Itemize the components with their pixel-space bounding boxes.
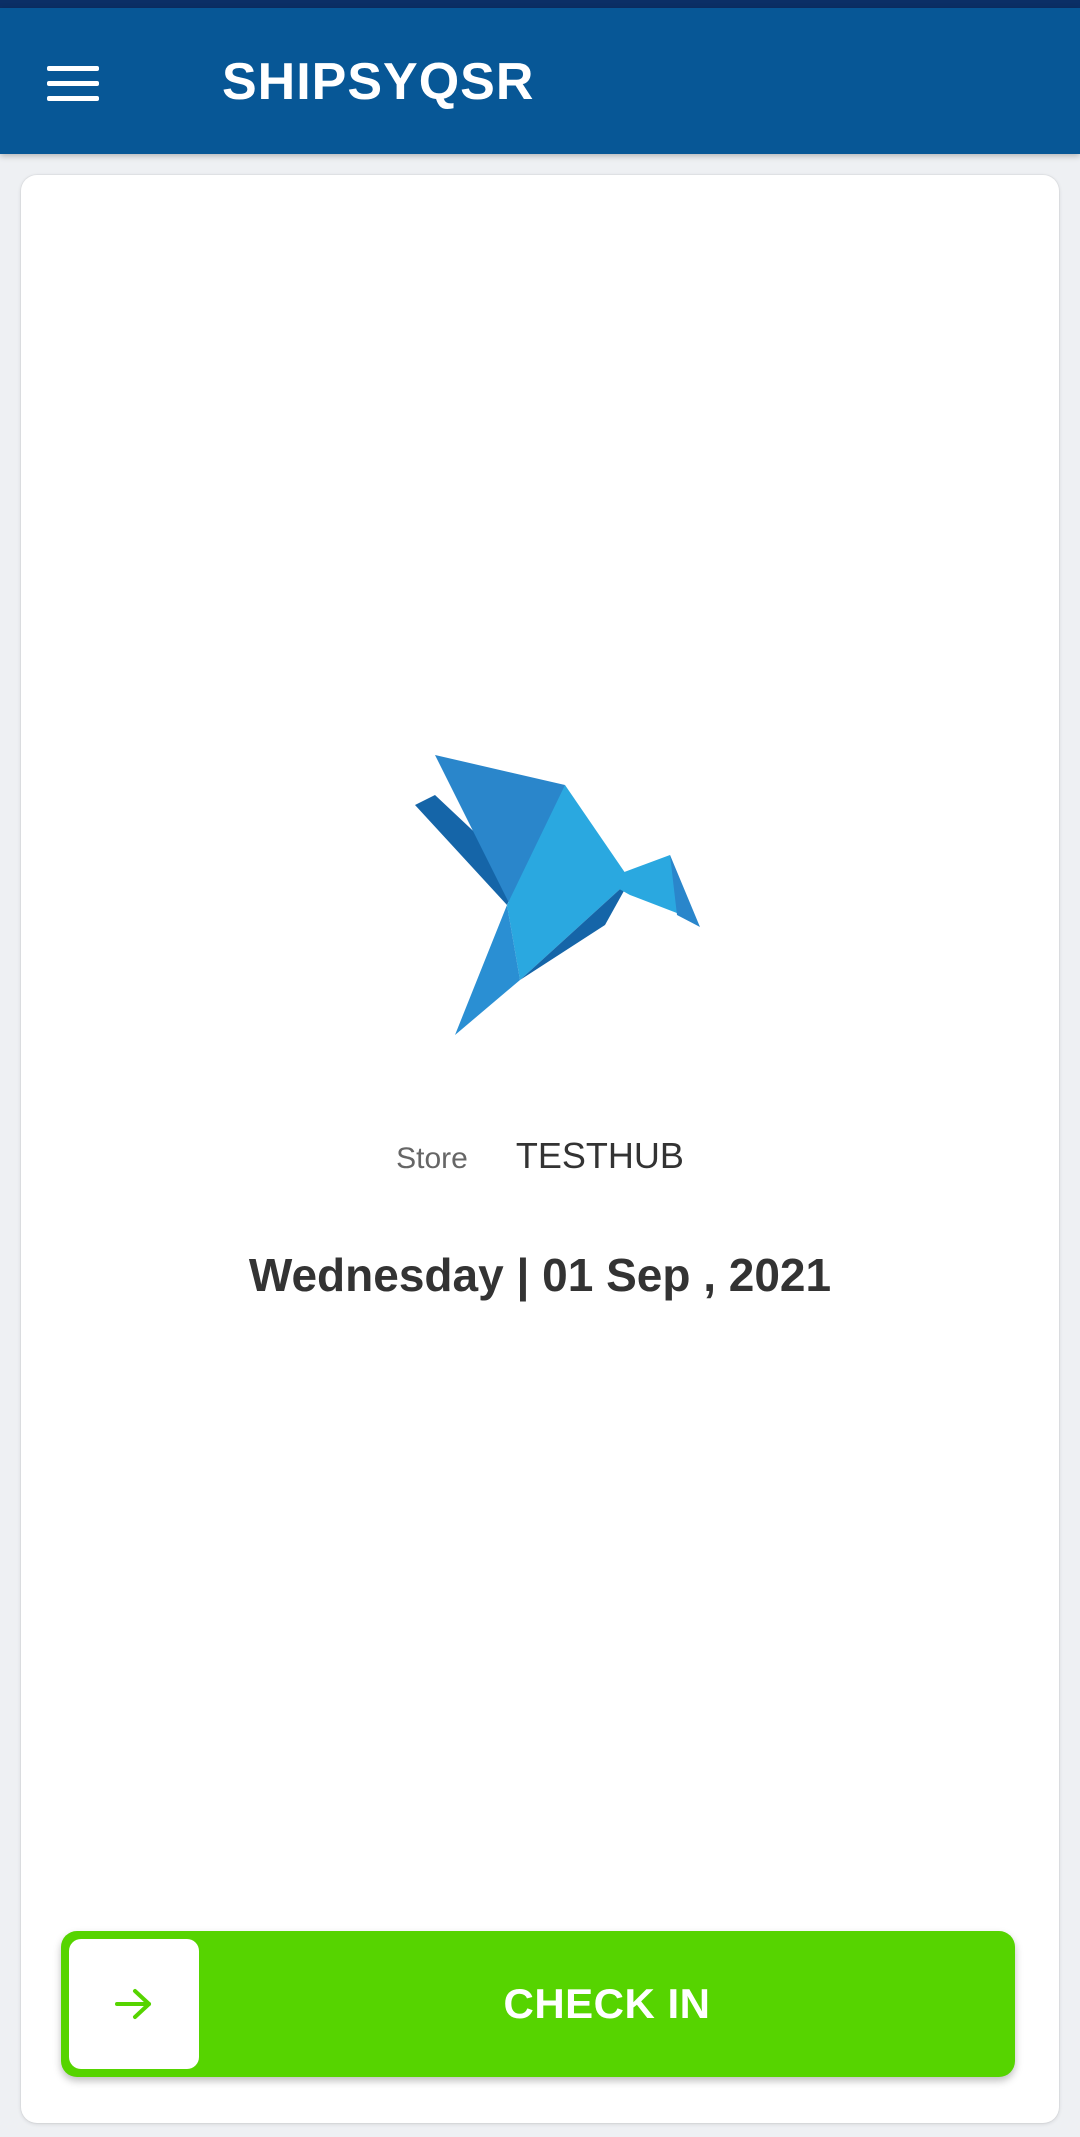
status-bar-strip — [0, 0, 1080, 8]
check-in-slide-button[interactable]: CHECK IN — [61, 1931, 1015, 2077]
menu-button[interactable] — [30, 44, 116, 124]
check-in-card: Store TESTHUB Wednesday | 01 Sep , 2021 … — [21, 175, 1059, 2123]
app-title: SHIPSYQSR — [222, 53, 535, 111]
current-date: Wednesday | 01 Sep , 2021 — [248, 1249, 832, 1301]
store-value: TESTHUB — [515, 1135, 684, 1176]
app-bar: SHIPSYQSR — [0, 8, 1080, 154]
check-in-label: CHECK IN — [503, 1980, 711, 2027]
slider-handle[interactable] — [69, 1939, 199, 2069]
hamburger-menu-icon — [47, 66, 99, 101]
store-label: Store — [396, 1142, 468, 1175]
arrow-right-icon — [115, 1989, 151, 2019]
store-row: Store TESTHUB — [21, 1135, 1059, 1177]
origami-bird-logo — [415, 755, 700, 1035]
